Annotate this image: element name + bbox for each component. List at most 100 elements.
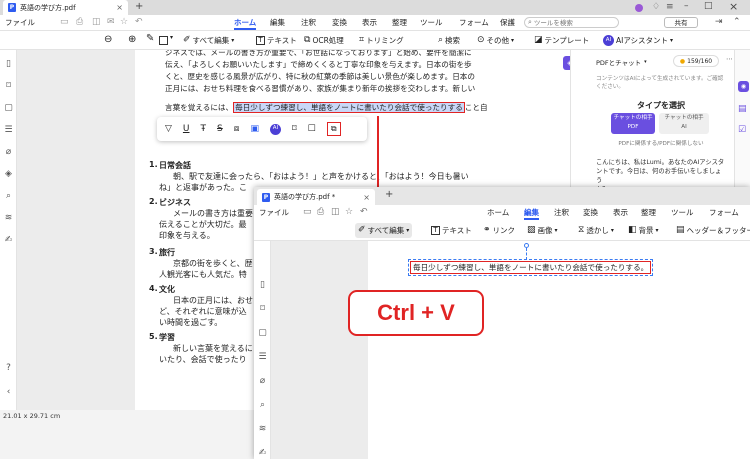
search-button[interactable]: ⌕ 検索 xyxy=(438,33,460,48)
all-edit-button[interactable]: ✐ すべて編集 ▾ xyxy=(355,223,413,238)
save-icon[interactable]: ▭ xyxy=(60,18,69,27)
tool-search[interactable]: ⌕ xyxy=(524,17,619,28)
menu-form[interactable]: フォーム xyxy=(459,16,489,30)
image-button[interactable]: ▨ 画像 ▾ xyxy=(527,223,558,238)
share-icon[interactable]: ◫ xyxy=(331,208,340,217)
chat-with-pdf-option[interactable]: チャットの相手 PDF xyxy=(611,113,655,134)
more-options-icon[interactable]: ⋯ xyxy=(726,56,733,63)
zoom-out-icon[interactable]: ⊖ xyxy=(104,35,112,45)
other-button[interactable]: ⊙ その他 ▾ xyxy=(477,33,514,48)
star-icon[interactable]: ☆ xyxy=(345,208,353,217)
note-icon[interactable]: ☐ xyxy=(308,124,316,134)
search-icon[interactable]: ⌕ xyxy=(3,190,14,201)
menu-edit[interactable]: 編集 xyxy=(270,16,285,30)
page-thumbnail-icon[interactable]: ▯ xyxy=(3,58,14,69)
settings-icon[interactable]: ≡ xyxy=(666,3,674,12)
menu-convert[interactable]: 変換 xyxy=(332,16,347,30)
layers-icon[interactable]: ☰ xyxy=(3,124,14,135)
comment-icon[interactable]: ▢ xyxy=(3,102,14,113)
text-button[interactable]: T テキスト xyxy=(256,33,297,48)
stack-icon[interactable]: ≋ xyxy=(3,212,14,223)
collapse-icon[interactable]: ⌃ xyxy=(733,18,741,27)
file-menu[interactable]: ファイル xyxy=(259,206,289,220)
chat-with-ai-option[interactable]: チャットの相手 AI xyxy=(659,113,709,134)
chevron-left-icon[interactable]: ‹ xyxy=(3,386,14,397)
tool-search-input[interactable] xyxy=(533,18,614,27)
maximize-icon[interactable]: □ xyxy=(704,2,713,11)
mail-icon[interactable]: ✉ xyxy=(107,18,115,27)
print-icon[interactable]: ⎙ xyxy=(76,18,83,27)
bookmark-icon[interactable]: ⌑ xyxy=(292,124,297,134)
bookmark-icon[interactable]: ⌑ xyxy=(257,303,268,314)
help-icon[interactable]: ? xyxy=(3,362,14,373)
close-tab-icon[interactable]: × xyxy=(116,3,123,12)
highlight-icon[interactable]: ✎ xyxy=(146,34,154,44)
file-menu[interactable]: ファイル xyxy=(5,16,35,30)
ocr-button[interactable]: ⧉ OCR処理 xyxy=(304,33,344,48)
menu-tools[interactable]: ツール xyxy=(420,16,443,30)
menu-form[interactable]: フォーム xyxy=(709,206,739,220)
image-text-icon[interactable]: ⧈ xyxy=(234,124,240,134)
ai-assistant-button[interactable]: AI AIアシスタント ▾ xyxy=(603,33,673,48)
document-tab[interactable]: P 英語の学び方.pdf * × xyxy=(257,189,375,205)
bell-icon[interactable]: ♢ xyxy=(652,3,660,12)
pasted-text-box[interactable]: 毎日少しずつ練習し、単語をノートに書いたり会話で使ったりする。 xyxy=(407,259,654,276)
template-button[interactable]: ◪ テンプレート xyxy=(534,33,589,48)
layers-icon[interactable]: ☰ xyxy=(257,351,268,362)
menu-annotate[interactable]: 注釈 xyxy=(301,16,316,30)
minimize-icon[interactable]: – xyxy=(684,2,689,11)
star-icon[interactable]: ☆ xyxy=(120,18,128,27)
menu-organize[interactable]: 整理 xyxy=(641,206,656,220)
text-button[interactable]: T テキスト xyxy=(431,223,472,238)
menu-tools[interactable]: ツール xyxy=(671,206,694,220)
new-tab-icon[interactable]: + xyxy=(385,190,393,200)
underline-icon[interactable]: U xyxy=(183,124,190,134)
menu-edit[interactable]: 編集 xyxy=(524,206,539,220)
watermark-button[interactable]: ⧖ 透かし ▾ xyxy=(578,223,614,238)
undo-icon[interactable]: ↶ xyxy=(360,208,368,217)
translate-icon[interactable]: ▣ xyxy=(250,124,259,134)
link-button[interactable]: ⚭ リンク xyxy=(483,223,515,238)
zoom-in-icon[interactable]: ⊕ xyxy=(128,35,136,45)
new-tab-icon[interactable]: + xyxy=(135,2,143,12)
selected-text[interactable]: 毎日少しずつ練習し、単語をノートに書いたり会話で使ったりする xyxy=(233,102,465,113)
header-footer-button[interactable]: ▤ ヘッダー＆フッター xyxy=(676,223,750,238)
menu-annotate[interactable]: 注釈 xyxy=(554,206,569,220)
background-button[interactable]: ◧ 背景 ▾ xyxy=(628,223,659,238)
attachment-icon[interactable]: ⌀ xyxy=(3,146,14,157)
menu-view[interactable]: 表示 xyxy=(362,16,377,30)
shape-icon[interactable] xyxy=(159,36,168,45)
share-icon[interactable]: ◫ xyxy=(92,18,101,27)
bookmark-icon[interactable]: ⌑ xyxy=(3,80,14,91)
ai-chat-icon[interactable]: ◉ xyxy=(738,81,749,92)
close-window-icon[interactable]: × xyxy=(729,1,738,12)
document-icon[interactable]: ▤ xyxy=(738,105,747,114)
strikethrough-text-icon[interactable]: Ŧ xyxy=(201,124,207,134)
chevron-down-icon[interactable]: ▾ xyxy=(170,35,173,41)
save-icon[interactable]: ▭ xyxy=(303,208,312,217)
chat-mode-dropdown[interactable]: PDFとチャット ▾ xyxy=(596,56,662,67)
stack-icon[interactable]: ≋ xyxy=(257,423,268,434)
document-tab[interactable]: P 英語の学び方.pdf × xyxy=(3,0,128,15)
all-edit-button[interactable]: ✐ すべて編集 ▾ xyxy=(183,33,234,48)
undo-icon[interactable]: ↶ xyxy=(135,18,143,27)
menu-organize[interactable]: 整理 xyxy=(392,16,407,30)
menu-protect[interactable]: 保護 xyxy=(500,16,515,30)
stamp-icon[interactable]: ◈ xyxy=(3,168,14,179)
menu-view[interactable]: 表示 xyxy=(613,206,628,220)
menu-home[interactable]: ホーム xyxy=(234,16,257,30)
avatar[interactable] xyxy=(635,4,643,12)
pin-icon[interactable]: ⇥ xyxy=(715,18,723,27)
search-icon[interactable]: ⌕ xyxy=(257,399,268,410)
page-thumbnail-icon[interactable]: ▯ xyxy=(257,279,268,290)
share-button[interactable]: 共有 xyxy=(664,17,698,28)
signature-icon[interactable]: ✍ xyxy=(257,447,268,458)
menu-home[interactable]: ホーム xyxy=(487,206,509,220)
trim-button[interactable]: ⌗ トリミング xyxy=(359,33,404,48)
comment-icon[interactable]: ▢ xyxy=(257,327,268,338)
highlight-icon[interactable]: ▽ xyxy=(165,124,172,134)
menu-convert[interactable]: 変換 xyxy=(583,206,598,220)
close-tab-icon[interactable]: × xyxy=(363,193,370,202)
ai-icon[interactable]: AI xyxy=(269,123,281,135)
signature-icon[interactable]: ✍ xyxy=(3,234,14,245)
